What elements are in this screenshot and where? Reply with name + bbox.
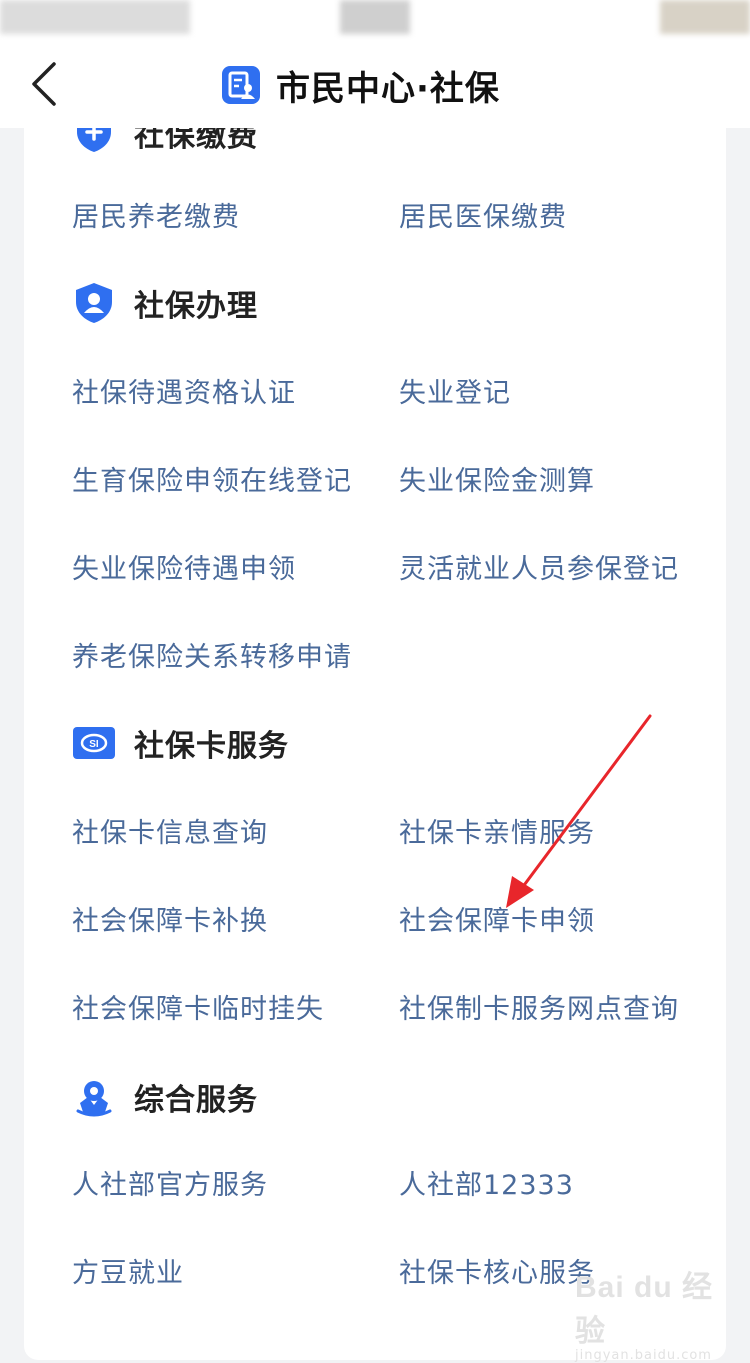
watermark-url: jingyan.baidu.com [575,1348,712,1363]
service-card: 社保缴费 居民养老缴费 居民医保缴费 社保办理 社保待遇资格认证 失业登记 生育… [24,100,726,1360]
service-link[interactable]: 生育保险申领在线登记 [72,462,352,502]
status-bar [0,0,750,40]
section-title: 社保办理 [134,289,258,324]
section-title: 综合服务 [134,1083,258,1118]
service-link[interactable]: 灵活就业人员参保登记 [399,550,679,590]
service-link[interactable]: 居民医保缴费 [399,198,567,238]
section-title: 社保卡服务 [134,729,289,764]
shield-user-icon [76,283,112,323]
service-link[interactable]: 社保卡信息查询 [72,814,268,854]
service-link[interactable]: 失业登记 [399,374,511,414]
svg-text:SI: SI [89,739,99,750]
service-link[interactable]: 失业保险金测算 [399,462,595,502]
back-button[interactable] [18,54,78,114]
service-link[interactable]: 社保卡亲情服务 [399,814,595,854]
service-link[interactable]: 养老保险关系转移申请 [72,638,352,678]
page-title: 市民中心·社保 [222,64,500,109]
service-link[interactable]: 社保待遇资格认证 [72,374,296,414]
service-link[interactable]: 人社部官方服务 [72,1166,268,1206]
chevron-left-icon [32,62,56,106]
service-link[interactable]: 社会保障卡补换 [72,902,268,942]
service-link[interactable]: 人社部12333 [399,1166,574,1206]
service-link[interactable]: 社会保障卡临时挂失 [72,990,324,1030]
si-card-icon: SI [73,727,115,759]
nav-bar: 市民中心·社保 [0,40,750,128]
service-link[interactable]: 社保制卡服务网点查询 [399,990,679,1030]
service-link[interactable]: 社保卡核心服务 [399,1254,595,1294]
section-header-card-service: SI 社保卡服务 [72,718,289,768]
service-link[interactable]: 居民养老缴费 [72,198,240,238]
service-link[interactable]: 失业保险待遇申领 [72,550,296,590]
service-link[interactable]: 方豆就业 [72,1254,184,1294]
watermark-logo: Bai du 经验 [575,1271,714,1348]
watermark: Bai du 经验 jingyan.baidu.com [575,1262,725,1363]
title-text: 市民中心·社保 [276,68,500,109]
citizen-center-icon [222,66,260,104]
section-header-handling: 社保办理 [72,278,258,328]
person-badge-icon [76,1081,112,1117]
service-link[interactable]: 社会保障卡申领 [399,902,595,942]
section-header-general: 综合服务 [72,1072,258,1122]
